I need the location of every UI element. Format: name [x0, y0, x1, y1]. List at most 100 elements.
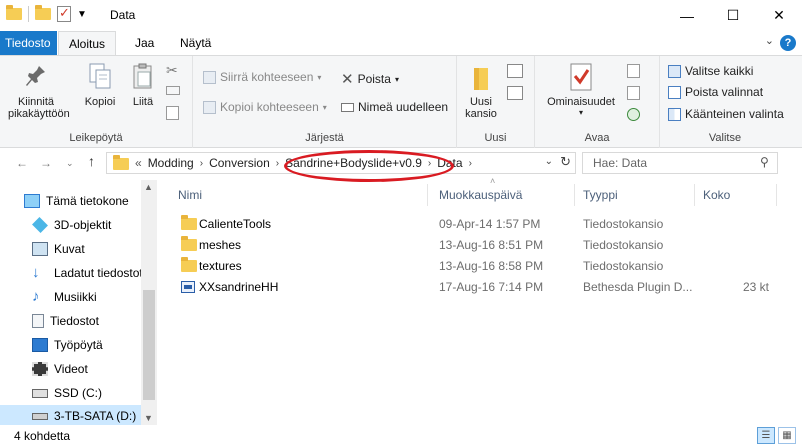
nav-item-3d-objects[interactable]: 3D-objektit	[32, 214, 111, 236]
column-header-name[interactable]: Nimi	[178, 188, 202, 202]
nav-item-videos[interactable]: Videot	[32, 358, 88, 380]
move-to-icon	[203, 70, 216, 84]
file-row[interactable]: meshes 13-Aug-16 8:51 PM Tiedostokansio	[160, 234, 780, 255]
maximize-button[interactable]: ☐	[710, 0, 756, 31]
column-separator[interactable]	[776, 184, 777, 206]
new-item-icon[interactable]	[507, 64, 523, 78]
copy-button[interactable]: Kopioi	[80, 62, 120, 108]
breadcrumb-separator-icon[interactable]: ›	[428, 158, 431, 169]
nav-item-documents[interactable]: Tiedostot	[32, 310, 99, 332]
search-input[interactable]: Hae: Data	[582, 152, 778, 174]
details-view-icon[interactable]: ☰	[757, 427, 775, 444]
paste-shortcut-icon[interactable]	[166, 106, 179, 120]
documents-icon	[32, 314, 44, 328]
large-icons-view-icon[interactable]: ▦	[778, 427, 796, 444]
qat-dropdown-icon[interactable]: ▼	[77, 9, 87, 20]
file-name: meshes	[199, 238, 242, 252]
column-header-type[interactable]: Tyyppi	[583, 188, 618, 202]
file-date: 09-Apr-14 1:57 PM	[439, 217, 541, 231]
select-all-button[interactable]: Valitse kaikki	[668, 64, 753, 78]
back-button[interactable]: ←	[16, 156, 28, 170]
window-controls: — ☐ ✕	[664, 0, 802, 31]
file-row[interactable]: textures 13-Aug-16 8:58 PM Tiedostokansi…	[160, 255, 780, 276]
history-icon[interactable]	[627, 108, 640, 121]
column-separator[interactable]	[694, 184, 695, 206]
rename-button[interactable]: Nimeä uudelleen	[341, 100, 448, 114]
properties-qat-icon[interactable]	[57, 5, 71, 22]
file-date: 13-Aug-16 8:51 PM	[439, 238, 544, 252]
help-icon[interactable]: ?	[780, 35, 796, 51]
scroll-up-icon[interactable]: ▲	[144, 182, 153, 192]
tab-share[interactable]: Jaa	[125, 31, 164, 55]
nav-item-this-pc[interactable]: Tämä tietokone	[24, 190, 129, 212]
properties-button[interactable]: Ominaisuudet ▾	[543, 62, 619, 117]
breadcrumb-modding[interactable]: Modding	[148, 156, 194, 170]
scroll-down-icon[interactable]: ▼	[144, 413, 153, 423]
column-separator[interactable]	[574, 184, 575, 206]
breadcrumb-data[interactable]: Data	[437, 156, 462, 170]
close-button[interactable]: ✕	[756, 0, 802, 31]
new-folder-qat-icon[interactable]	[35, 5, 51, 20]
search-icon[interactable]: ⚲	[760, 155, 769, 169]
open-group: Ominaisuudet ▾ Avaa	[535, 56, 660, 148]
folder-icon	[181, 236, 197, 251]
nav-scrollbar[interactable]: ▲ ▼	[141, 180, 157, 425]
file-name: XXsandrineHH	[199, 280, 279, 294]
breadcrumb-separator-icon[interactable]: ›	[276, 158, 279, 169]
column-separator[interactable]	[427, 184, 428, 206]
computer-icon	[24, 194, 40, 208]
nav-item-pictures[interactable]: Kuvat	[32, 238, 85, 260]
edit-icon[interactable]	[627, 86, 640, 100]
file-name: CalienteTools	[199, 217, 272, 231]
recent-locations-chevron-icon[interactable]: ⌄	[66, 158, 74, 169]
cut-icon[interactable]: ✂	[166, 62, 178, 79]
scroll-thumb[interactable]	[143, 290, 155, 400]
nav-item-label: SSD (C:)	[54, 386, 102, 400]
select-none-button[interactable]: Poista valinnat	[668, 85, 763, 99]
pin-quick-access-button[interactable]: Kiinnitä pikakäyttöön	[8, 62, 70, 120]
open-icon[interactable]	[627, 64, 640, 78]
up-button[interactable]: ↑	[88, 153, 95, 169]
refresh-icon[interactable]: ↻	[560, 154, 571, 170]
column-header-size[interactable]: Koko	[703, 188, 730, 202]
file-date: 17-Aug-16 7:14 PM	[439, 280, 544, 294]
address-dropdown-icon[interactable]: ⌄	[545, 156, 553, 167]
breadcrumb-separator-icon[interactable]: ›	[200, 158, 203, 169]
organize-group: Siirrä kohteeseen ▾ Kopioi kohteeseen ▾ …	[193, 56, 457, 148]
chevron-down-icon[interactable]: ⌄	[765, 34, 774, 47]
tab-view[interactable]: Näytä	[170, 31, 221, 55]
file-date: 13-Aug-16 8:58 PM	[439, 259, 544, 273]
file-row[interactable]: XXsandrineHH 17-Aug-16 7:14 PM Bethesda …	[160, 276, 780, 297]
rename-icon	[341, 102, 354, 112]
open-group-label: Avaa	[584, 132, 610, 144]
paste-button[interactable]: Liitä	[126, 62, 160, 108]
nav-item-downloads[interactable]: ↓ Ladatut tiedostot	[32, 262, 143, 284]
nav-item-music[interactable]: ♪ Musiikki	[32, 286, 97, 308]
paste-icon	[133, 63, 152, 89]
nav-item-label: Tiedostot	[50, 314, 99, 328]
delete-button[interactable]: ✕ Poista ▾	[341, 70, 399, 88]
nav-item-label: Ladatut tiedostot	[54, 266, 143, 280]
nav-item-label: Työpöytä	[54, 338, 103, 352]
nav-item-ssd-c[interactable]: SSD (C:)	[32, 382, 102, 404]
properties-label: Ominaisuudet	[547, 96, 615, 108]
copy-to-button[interactable]: Kopioi kohteeseen ▾	[203, 100, 327, 114]
breadcrumb-sandrine[interactable]: Sandrine+Bodyslide+v0.9	[285, 156, 422, 170]
new-folder-button[interactable]: Uusi kansio	[463, 62, 499, 120]
forward-button[interactable]: →	[40, 156, 52, 170]
nav-item-sata-d[interactable]: 3-TB-SATA (D:)	[32, 405, 136, 427]
breadcrumb-overflow[interactable]: «	[135, 156, 142, 170]
copy-path-icon[interactable]	[166, 86, 180, 95]
tab-file[interactable]: Tiedosto	[0, 31, 57, 55]
nav-item-desktop[interactable]: Työpöytä	[32, 334, 103, 356]
move-to-button[interactable]: Siirrä kohteeseen ▾	[203, 70, 321, 84]
breadcrumb-separator-icon[interactable]: ›	[469, 158, 472, 169]
tab-home[interactable]: Aloitus	[58, 31, 117, 56]
invert-selection-button[interactable]: Käänteinen valinta	[668, 107, 784, 121]
file-row[interactable]: CalienteTools 09-Apr-14 1:57 PM Tiedosto…	[160, 213, 780, 234]
breadcrumb-conversion[interactable]: Conversion	[209, 156, 270, 170]
address-bar[interactable]: « Modding › Conversion › Sandrine+Bodysl…	[106, 152, 576, 174]
minimize-button[interactable]: —	[664, 0, 710, 31]
column-header-date[interactable]: Muokkauspäivä	[439, 188, 522, 202]
easy-access-icon[interactable]	[507, 86, 523, 100]
